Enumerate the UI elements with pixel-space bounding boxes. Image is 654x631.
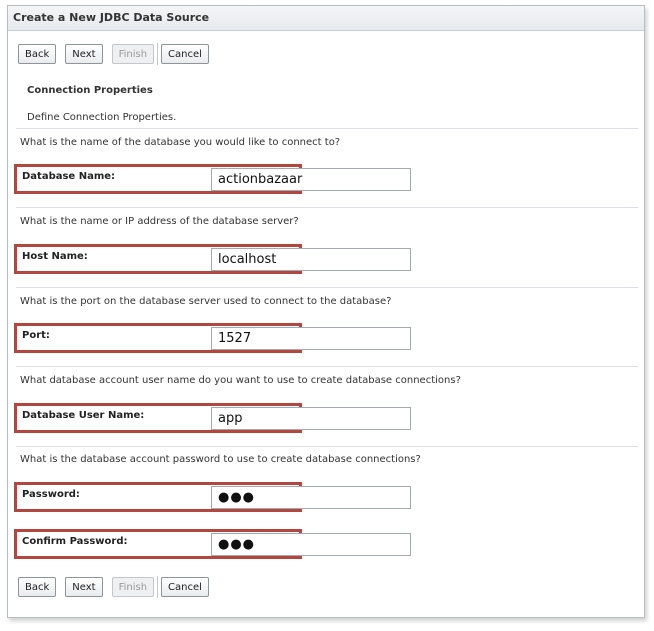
confirm-password-row: Confirm Password: <box>14 529 411 559</box>
divider <box>16 207 638 208</box>
question-host-name: What is the name or IP address of the da… <box>20 216 299 227</box>
database-user-name-input[interactable] <box>211 407 411 430</box>
password-label: Password: <box>22 489 80 500</box>
database-name-row: Database Name: <box>14 164 411 194</box>
password-row: Password: <box>14 482 411 512</box>
confirm-password-label: Confirm Password: <box>22 536 128 547</box>
wizard-panel: Create a New JDBC Data Source Back Next … <box>7 5 645 618</box>
port-label: Port: <box>22 330 50 341</box>
divider <box>16 287 638 288</box>
cancel-button[interactable]: Cancel <box>161 44 209 64</box>
back-button[interactable]: Back <box>18 577 57 597</box>
next-button[interactable]: Next <box>65 44 103 64</box>
question-user-name: What database account user name do you w… <box>20 375 461 386</box>
password-input[interactable] <box>211 486 411 509</box>
database-name-input[interactable] <box>211 168 411 191</box>
host-name-input[interactable] <box>211 248 411 271</box>
divider <box>16 128 638 129</box>
host-name-row: Host Name: <box>14 244 411 274</box>
confirm-password-input[interactable] <box>211 533 411 556</box>
finish-button[interactable]: Finish <box>111 44 155 64</box>
bottom-button-bar: Back Next Finish Cancel <box>18 576 218 598</box>
window-title: Create a New JDBC Data Source <box>13 11 210 24</box>
button-separator <box>157 43 159 65</box>
question-database-name: What is the name of the database you wou… <box>20 137 341 148</box>
port-input[interactable] <box>211 327 411 350</box>
title-bar: Create a New JDBC Data Source <box>8 6 644 31</box>
port-row: Port: <box>14 323 411 353</box>
section-title: Connection Properties <box>27 85 153 96</box>
next-button[interactable]: Next <box>65 577 103 597</box>
top-button-bar: Back Next Finish Cancel <box>18 43 218 65</box>
database-user-name-label: Database User Name: <box>22 410 145 421</box>
host-name-label: Host Name: <box>22 251 88 262</box>
cancel-button[interactable]: Cancel <box>161 577 209 597</box>
button-separator <box>157 576 159 598</box>
finish-button[interactable]: Finish <box>111 577 155 597</box>
question-port: What is the port on the database server … <box>20 296 392 307</box>
database-user-name-row: Database User Name: <box>14 403 411 433</box>
section-description: Define Connection Properties. <box>27 112 177 123</box>
database-name-label: Database Name: <box>22 171 116 182</box>
divider <box>16 446 638 447</box>
back-button[interactable]: Back <box>18 44 57 64</box>
question-password: What is the database account password to… <box>20 454 421 465</box>
divider <box>16 366 638 367</box>
